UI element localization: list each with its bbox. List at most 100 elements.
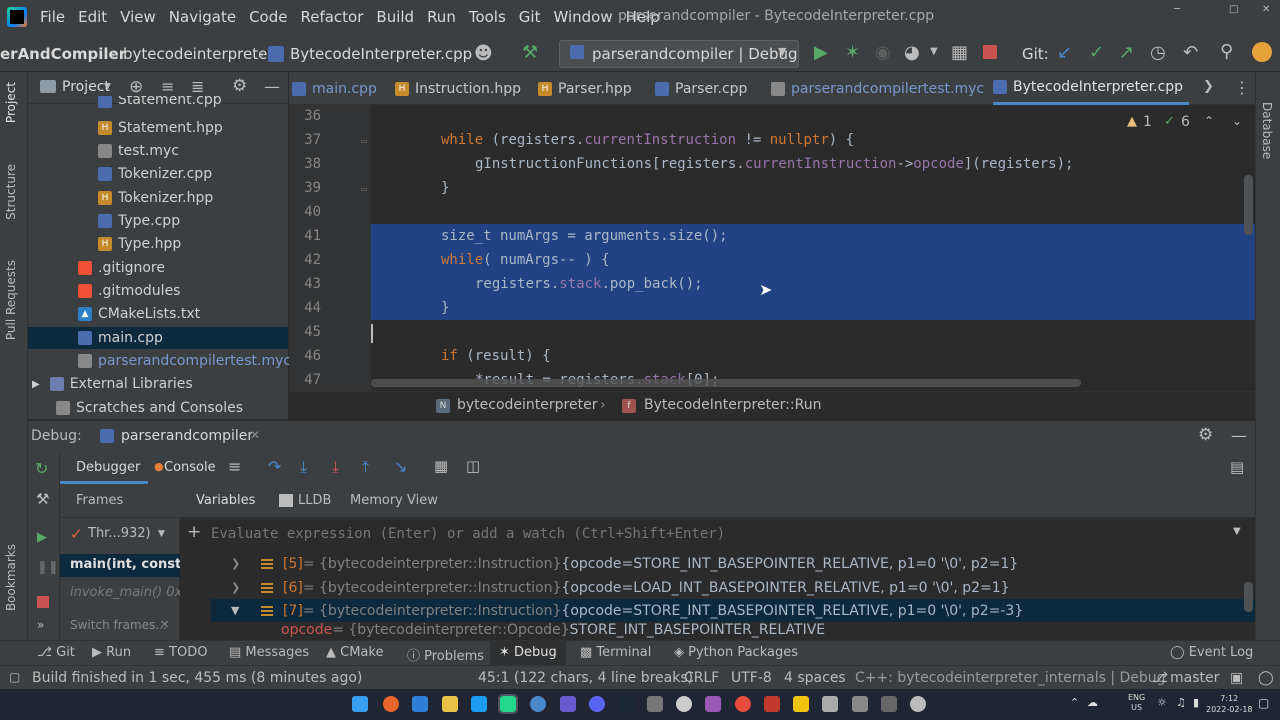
app-icon[interactable] <box>705 696 721 712</box>
wrench-icon[interactable]: ⚒ <box>36 490 49 508</box>
toolwindow-terminal[interactable]: ▩ Terminal <box>580 645 651 660</box>
twitter-icon[interactable] <box>471 696 487 712</box>
tree-item-gitmodules[interactable]: .gitmodules <box>78 280 180 302</box>
tab-instruction-hpp[interactable]: H Instruction.hpp <box>395 72 521 105</box>
build-hammer-icon[interactable]: ⚒ <box>522 42 538 63</box>
tab-parser-cpp[interactable]: Parser.cpp <box>655 72 747 105</box>
notifications-icon[interactable]: ◯ <box>1258 670 1274 686</box>
frame-item-main[interactable]: main(int, const cl <box>60 554 180 577</box>
menu-run[interactable]: Run <box>427 8 456 26</box>
evaluate-icon[interactable]: ▦ <box>434 457 448 475</box>
toolwindow-todo[interactable]: ≡ TODO <box>154 645 207 660</box>
step-into-icon[interactable]: ⤓ <box>300 457 307 477</box>
steam-icon[interactable] <box>618 696 634 712</box>
wifi-icon[interactable]: ☼ <box>1157 696 1167 709</box>
tree-item-test-myc[interactable]: test.myc <box>98 140 179 162</box>
tree-item-type-cpp[interactable]: Type.cpp <box>98 210 180 232</box>
file-explorer-icon[interactable] <box>442 696 458 712</box>
restore-layout-icon[interactable]: ◫ <box>466 457 480 475</box>
tree-item-external-libraries[interactable]: ▶ External Libraries <box>32 373 193 395</box>
project-view-title[interactable]: Project <box>62 79 110 95</box>
bookmarks-tool-tab[interactable]: Bookmarks <box>4 544 18 611</box>
variable-row[interactable]: ❯ [5] = {bytecodeinterpreter::Instructio… <box>211 552 1255 575</box>
tree-item-scratches[interactable]: Scratches and Consoles <box>56 397 243 419</box>
rollback-icon[interactable]: ↶ <box>1183 42 1198 63</box>
horizontal-scrollbar[interactable] <box>371 379 1081 387</box>
discord-icon[interactable] <box>589 696 605 712</box>
git-commit-icon[interactable]: ✓ <box>1089 42 1104 63</box>
resume-icon[interactable]: ▶ <box>37 530 47 545</box>
debug-icon[interactable]: ✶ <box>845 42 860 63</box>
panel-layout-icon[interactable]: ▤ <box>1230 458 1244 476</box>
tree-item-main-cpp[interactable]: main.cpp <box>28 327 288 349</box>
app-icon[interactable] <box>822 696 838 712</box>
tree-item-statement-hpp[interactable]: H Statement.hpp <box>98 117 223 139</box>
app-icon[interactable] <box>647 696 663 712</box>
breadcrumb-file[interactable]: BytecodeInterpreter.cpp <box>290 45 472 63</box>
close-icon[interactable]: ✕ <box>160 618 169 631</box>
tree-item-tokenizer-hpp[interactable]: H Tokenizer.hpp <box>98 187 213 209</box>
hide-icon[interactable]: — <box>1231 426 1247 445</box>
resolve-context[interactable]: C++: bytecodeinterpreter_internals | Deb… <box>855 670 1166 686</box>
git-push-icon[interactable]: ↗ <box>1119 42 1134 63</box>
cloud-icon[interactable]: ☁ <box>1087 696 1098 709</box>
menu-edit[interactable]: Edit <box>78 8 107 26</box>
mail-icon[interactable] <box>412 696 428 712</box>
more-icon[interactable]: » <box>37 618 44 632</box>
more-options-icon[interactable]: ⋮ <box>1234 78 1250 97</box>
collapse-all-icon[interactable]: ≣ <box>191 77 204 96</box>
chevron-down-icon[interactable]: ▼ <box>158 529 165 539</box>
warning-icon[interactable]: ▲ <box>1127 114 1137 129</box>
chevron-down-icon[interactable]: ▼ <box>104 82 111 92</box>
next-highlight-icon[interactable]: ⌄ <box>1232 114 1242 128</box>
debug-session-tab[interactable]: parserandcompiler <box>121 428 253 444</box>
toolwindow-git[interactable]: ⎇ Git <box>37 645 75 660</box>
notification-center-icon[interactable]: ▢ <box>1258 696 1269 710</box>
tree-item-gitignore[interactable]: .gitignore <box>78 257 165 279</box>
close-icon[interactable]: ✕ <box>250 428 260 442</box>
tab-main-cpp[interactable]: main.cpp <box>292 72 377 105</box>
battery-icon[interactable]: ▮ <box>1193 696 1199 709</box>
gear-icon[interactable]: ⚙ <box>232 76 247 96</box>
app-icon[interactable] <box>676 696 692 712</box>
breadcrumb-project[interactable]: erAndCompiler <box>0 45 126 63</box>
file-encoding[interactable]: UTF-8 <box>731 670 772 686</box>
app-icon[interactable] <box>910 696 926 712</box>
caret-position[interactable]: 45:1 (122 chars, 4 line breaks) <box>478 670 693 686</box>
fold-icon[interactable]: ▭ <box>361 184 367 195</box>
step-over-icon[interactable]: ↷ <box>268 457 281 476</box>
structure-tool-tab[interactable]: Structure <box>4 164 18 220</box>
toolwindow-event-log[interactable]: ◯ Event Log <box>1170 645 1253 660</box>
step-out-icon[interactable]: ⤒ <box>362 457 369 477</box>
toolwindow-messages[interactable]: ▤ Messages <box>229 645 309 660</box>
panel-toggle-icon[interactable]: ▢ <box>9 670 20 684</box>
switch-frames-link[interactable]: Switch frames... <box>70 618 167 632</box>
frame-item-invoke-main[interactable]: invoke_main() 0x <box>60 582 180 605</box>
tab-lldb[interactable]: LLDB <box>298 493 331 508</box>
tab-console[interactable]: ● Console <box>154 452 224 484</box>
gear-icon[interactable]: ⚙ <box>1198 425 1213 445</box>
locate-icon[interactable]: ⊕ <box>129 77 143 97</box>
menu-refactor[interactable]: Refactor <box>300 8 363 26</box>
stop-icon[interactable] <box>37 596 49 608</box>
volume-icon[interactable]: ♫ <box>1176 696 1186 709</box>
code-editor[interactable]: 36 37 38 39 40 41 42 43 44 45 46 47 ▭ ▭ … <box>289 105 1255 391</box>
line-separator[interactable]: CRLF <box>684 670 719 686</box>
tab-list-chevron-icon[interactable]: ❯ <box>1203 79 1214 94</box>
toolwindow-debug[interactable]: ✶ Debug <box>490 641 566 666</box>
stop-icon[interactable] <box>983 45 997 59</box>
toolwindow-python-packages[interactable]: ◈ Python Packages <box>674 645 798 660</box>
run-configuration-select[interactable]: parserandcompiler | Debug ▼ <box>559 40 799 68</box>
tab-memory-view[interactable]: Memory View <box>350 493 438 508</box>
tray-chevron-icon[interactable]: ⌃ <box>1070 696 1079 709</box>
menu-view[interactable]: View <box>120 8 156 26</box>
profile-icon[interactable]: ◕ <box>904 42 920 63</box>
pull-requests-tool-tab[interactable]: Pull Requests <box>4 260 18 340</box>
maximize-icon[interactable]: □ <box>1229 4 1238 15</box>
breadcrumb-function[interactable]: BytecodeInterpreter::Run <box>644 397 821 413</box>
app-icon[interactable] <box>560 696 576 712</box>
variable-row[interactable]: ❯ [6] = {bytecodeinterpreter::Instructio… <box>211 576 1255 599</box>
tab-debugger[interactable]: Debugger <box>60 452 148 484</box>
rerun-icon[interactable]: ↻ <box>35 459 48 478</box>
expand-all-icon[interactable]: ≡ <box>161 77 174 96</box>
